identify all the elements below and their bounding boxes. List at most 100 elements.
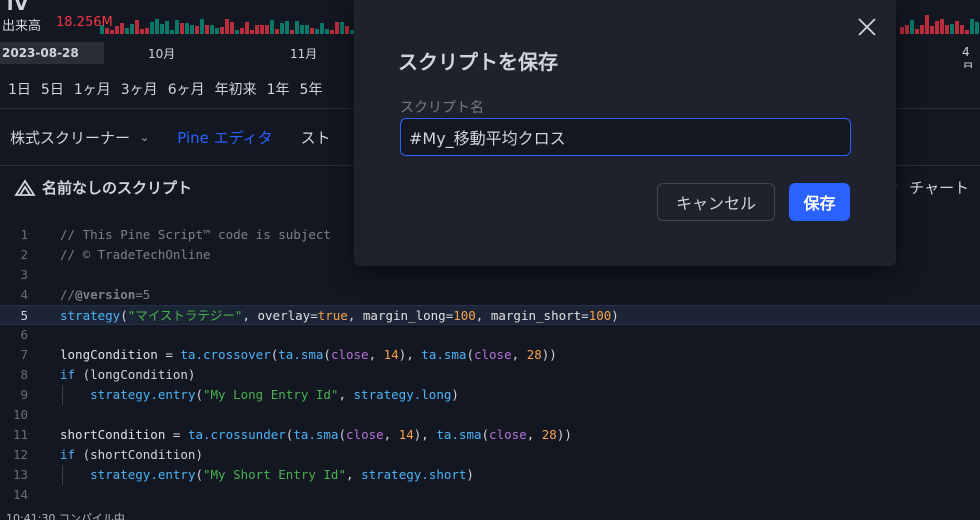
volume-bar bbox=[900, 27, 904, 34]
volume-bar bbox=[290, 30, 294, 34]
code-line[interactable]: 4 //@version=5 bbox=[0, 285, 980, 305]
range-button-ytd[interactable]: 年初来 bbox=[215, 79, 257, 99]
range-button-5y[interactable]: 5年 bbox=[300, 79, 323, 99]
volume-bar bbox=[175, 20, 179, 34]
code-token: // This Pine Script™ code is subject bbox=[60, 227, 339, 242]
code-token: strategy bbox=[60, 308, 121, 323]
volume-bar bbox=[140, 29, 144, 34]
volume-bar bbox=[945, 25, 949, 34]
code-token: , bbox=[511, 347, 527, 362]
save-button[interactable]: 保存 bbox=[789, 183, 850, 221]
code-line[interactable]: 6 bbox=[0, 325, 980, 345]
range-button-1d[interactable]: 1日 bbox=[8, 79, 31, 99]
code-line[interactable]: 7 longCondition = ta.crossover(ta.sma(clo… bbox=[0, 345, 980, 365]
code-token: (longCondition) bbox=[82, 367, 196, 382]
code-text: shortCondition = ta.crossunder(ta.sma(cl… bbox=[60, 425, 572, 445]
volume-bar bbox=[155, 19, 159, 34]
code-text: if (longCondition) bbox=[60, 365, 195, 385]
code-text: //@version=5 bbox=[60, 285, 150, 305]
line-number: 3 bbox=[20, 267, 28, 282]
range-button-3m[interactable]: 3ヶ月 bbox=[121, 79, 158, 99]
script-name-label: スクリプト名 bbox=[400, 100, 484, 116]
code-token: (shortCondition) bbox=[82, 447, 203, 462]
code-token: if bbox=[60, 447, 83, 462]
code-token: ( bbox=[466, 347, 474, 362]
code-line[interactable]: 14 bbox=[0, 485, 980, 505]
volume-label: 出来高 bbox=[2, 19, 42, 34]
code-token: , bbox=[368, 347, 384, 362]
volume-bar bbox=[115, 26, 119, 34]
volume-bar bbox=[245, 22, 249, 34]
tradingview-logo[interactable]: TV bbox=[4, 0, 28, 15]
code-line[interactable]: 8 if (longCondition) bbox=[0, 365, 980, 385]
line-number: 5 bbox=[20, 308, 28, 323]
volume-bar bbox=[910, 20, 914, 34]
code-token: "マイストラテジー" bbox=[127, 308, 243, 323]
code-token: close bbox=[489, 427, 527, 442]
code-token: strategy.entry bbox=[90, 387, 196, 402]
tab-label: 株式スクリーナー bbox=[10, 128, 131, 147]
code-token: true bbox=[317, 308, 348, 323]
volume-bar bbox=[200, 19, 204, 34]
range-button-5d[interactable]: 5日 bbox=[41, 79, 64, 99]
code-token: = bbox=[310, 308, 318, 323]
code-token: 28 bbox=[541, 427, 557, 442]
code-text: strategy.entry("My Long Entry Id", strat… bbox=[60, 385, 459, 405]
code-token: strategy.long bbox=[353, 387, 452, 402]
code-token: longCondition bbox=[60, 347, 166, 362]
cancel-button[interactable]: キャンセル bbox=[657, 183, 775, 221]
close-icon[interactable] bbox=[855, 15, 879, 39]
code-token: ta.sma bbox=[278, 347, 324, 362]
line-number: 14 bbox=[12, 487, 28, 502]
tab-strategy-tester[interactable]: スト bbox=[301, 127, 331, 148]
volume-bar bbox=[905, 25, 909, 34]
code-token: ( bbox=[195, 387, 203, 402]
code-line[interactable]: 11 shortCondition = ta.crossunder(ta.sma(… bbox=[0, 425, 980, 445]
script-title-button[interactable]: 名前なしのスクリプト bbox=[14, 177, 192, 198]
code-text: strategy.entry("My Short Entry Id", stra… bbox=[60, 465, 474, 485]
code-line[interactable]: 12 if (shortCondition) bbox=[0, 445, 980, 465]
range-button-6m[interactable]: 6ヶ月 bbox=[168, 79, 205, 99]
volume-bar bbox=[160, 24, 164, 34]
script-name-input[interactable] bbox=[400, 118, 851, 156]
code-token: 100 bbox=[453, 308, 476, 323]
code-token: @version bbox=[75, 287, 136, 302]
tab-stock-screener[interactable]: 株式スクリーナー ⌄ bbox=[10, 127, 149, 148]
code-token: // bbox=[60, 287, 76, 302]
code-token: 28 bbox=[526, 347, 542, 362]
code-editor[interactable]: 1// This Pine Script™ code is subject or… bbox=[0, 225, 980, 508]
volume-bar bbox=[205, 25, 209, 34]
code-line[interactable]: 5 strategy("マイストラテジー", overlay=true, marg… bbox=[0, 305, 980, 325]
save-script-dialog: スクリプトを保存 スクリプト名 キャンセル 保存 bbox=[354, 0, 896, 266]
volume-bar bbox=[185, 23, 189, 34]
code-text: if (shortCondition) bbox=[60, 445, 203, 465]
code-token: margin_long bbox=[362, 308, 446, 323]
code-token: )) bbox=[541, 347, 557, 362]
volume-bar bbox=[130, 24, 134, 34]
volume-bar bbox=[230, 22, 234, 34]
code-token: if bbox=[60, 367, 83, 382]
compile-status: 10:41:30 コンパイル中... bbox=[6, 512, 136, 520]
volume-bar bbox=[320, 23, 324, 34]
code-token: ), bbox=[413, 427, 437, 442]
range-button-1y[interactable]: 1年 bbox=[267, 79, 290, 99]
code-line[interactable]: 9 strategy.entry("My Long Entry Id", str… bbox=[0, 385, 980, 405]
dialog-title: スクリプトを保存 bbox=[398, 50, 558, 74]
range-button-1m[interactable]: 1ヶ月 bbox=[74, 79, 111, 99]
code-line[interactable]: 10 bbox=[0, 405, 980, 425]
tab-label: スト bbox=[300, 128, 331, 147]
volume-bar bbox=[280, 23, 284, 34]
volume-bar bbox=[955, 21, 959, 34]
code-token: ta.crossover bbox=[180, 347, 271, 362]
add-to-chart-button[interactable]: ⁼ チャート bbox=[892, 177, 969, 198]
tab-pine-editor[interactable]: Pine エディタ bbox=[177, 127, 272, 148]
volume-bar bbox=[295, 21, 299, 34]
code-line[interactable]: 3 bbox=[0, 265, 980, 285]
volume-bar bbox=[315, 29, 319, 34]
code-line[interactable]: 13 strategy.entry("My Short Entry Id", s… bbox=[0, 465, 980, 485]
volume-bar bbox=[345, 26, 349, 34]
volume-bar bbox=[145, 28, 149, 34]
volume-bar bbox=[210, 25, 214, 34]
volume-bar bbox=[120, 23, 124, 34]
